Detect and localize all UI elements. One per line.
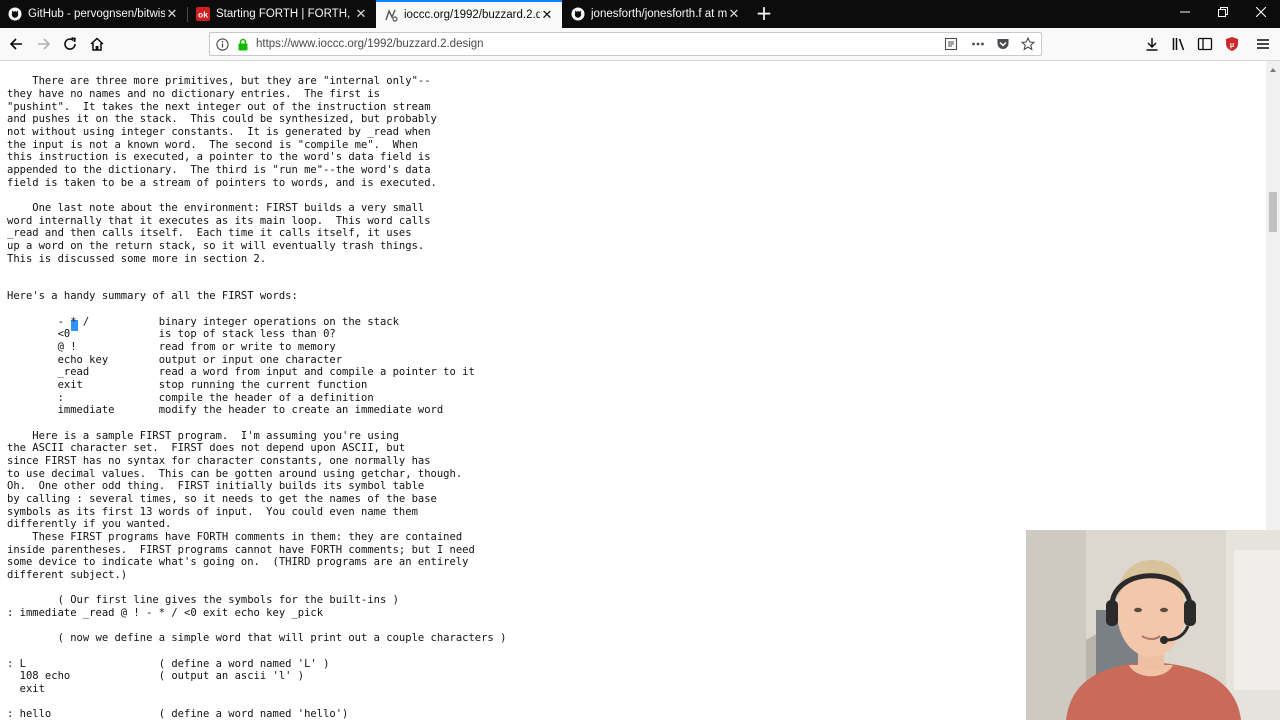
forward-arrow-icon (38, 38, 51, 50)
webcam-overlay (1026, 530, 1280, 720)
tab-starting-forth[interactable]: ok Starting FORTH | FORTH, Inc ✕ (188, 0, 376, 28)
tab-title: GitHub - pervognsen/bitwise: E (28, 8, 165, 20)
tab-jonesforth[interactable]: jonesforth/jonesforth.f at mast ✕ (563, 0, 749, 28)
github-icon (8, 7, 22, 21)
tab-title: ioccc.org/1992/buzzard.2.desig (404, 9, 540, 21)
ioccc-icon (384, 8, 398, 22)
lock-icon[interactable] (234, 35, 252, 53)
home-button[interactable] (85, 33, 109, 55)
downloads-button[interactable] (1140, 33, 1164, 55)
tab-github-bitwise[interactable]: GitHub - pervognsen/bitwise: E ✕ (0, 0, 187, 28)
tab-ioccc-buzzard[interactable]: ioccc.org/1992/buzzard.2.desig ✕ (376, 0, 562, 28)
close-tab-icon[interactable]: ✕ (165, 6, 179, 22)
bookmark-star-icon[interactable] (1019, 35, 1037, 53)
navigation-toolbar: https://www.ioccc.org/1992/buzzard.2.des… (0, 28, 1280, 61)
reload-button[interactable] (58, 33, 82, 55)
menu-button[interactable] (1251, 33, 1275, 55)
design-document-text: include the C source code size. There ar… (7, 61, 507, 720)
extension-button[interactable]: μ (1220, 33, 1244, 55)
hamburger-menu-icon (1257, 39, 1269, 49)
scrollbar-thumb[interactable] (1269, 192, 1277, 232)
pocket-icon[interactable] (994, 35, 1012, 53)
restore-icon (1218, 7, 1228, 17)
new-tab-button[interactable]: + (753, 0, 775, 28)
close-tab-icon[interactable]: ✕ (540, 7, 554, 23)
sidebar-icon (1197, 37, 1213, 51)
minimize-button[interactable] (1166, 0, 1204, 28)
back-arrow-icon (9, 38, 22, 50)
restore-button[interactable] (1204, 0, 1242, 28)
tab-title: jonesforth/jonesforth.f at mast (591, 8, 727, 20)
page-actions-icon[interactable] (969, 35, 987, 53)
reload-icon (64, 37, 76, 50)
ublock-shield-icon: μ (1226, 37, 1238, 51)
svg-text:μ: μ (1230, 42, 1234, 49)
tab-title: Starting FORTH | FORTH, Inc (216, 8, 354, 20)
forth-inc-icon: ok (196, 7, 210, 21)
close-window-button[interactable] (1242, 0, 1280, 28)
scroll-up-arrow-icon[interactable] (1266, 64, 1280, 76)
sidebar-button[interactable] (1193, 33, 1217, 55)
svg-text:ok: ok (198, 10, 208, 20)
close-icon (1255, 6, 1267, 18)
presenter-video-image (1026, 530, 1280, 720)
library-button[interactable] (1167, 33, 1191, 55)
address-bar[interactable]: https://www.ioccc.org/1992/buzzard.2.des… (209, 32, 1042, 56)
library-icon (1172, 38, 1185, 51)
download-icon (1146, 38, 1158, 51)
url-text[interactable]: https://www.ioccc.org/1992/buzzard.2.des… (256, 38, 939, 50)
reader-view-icon[interactable] (942, 35, 960, 53)
forward-button[interactable] (32, 33, 56, 55)
github-icon (571, 7, 585, 21)
minimize-icon (1180, 11, 1190, 13)
close-tab-icon[interactable]: ✕ (354, 6, 368, 22)
tab-strip: GitHub - pervognsen/bitwise: E ✕ ok Star… (0, 0, 1280, 28)
back-button[interactable] (4, 33, 28, 55)
info-icon[interactable] (213, 35, 231, 53)
home-icon (90, 37, 104, 51)
close-tab-icon[interactable]: ✕ (727, 6, 741, 22)
